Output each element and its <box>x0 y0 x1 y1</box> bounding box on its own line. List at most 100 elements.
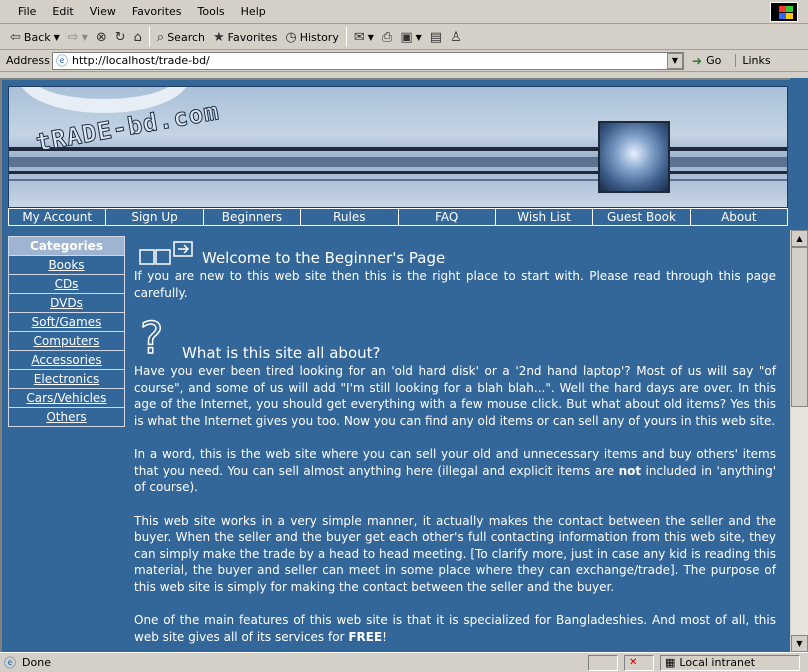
zone-panel: ▦ Local intranet <box>660 654 801 671</box>
nav-wish-list[interactable]: Wish List <box>496 209 594 225</box>
about-paragraph-4: One of the main features of this web sit… <box>134 612 776 645</box>
menu-help[interactable]: Help <box>233 3 274 20</box>
history-label: History <box>299 30 339 44</box>
edit-icon: ▣ <box>400 29 413 45</box>
category-computers[interactable]: Computers <box>9 331 124 350</box>
menu-edit[interactable]: Edit <box>44 3 81 20</box>
print-button[interactable]: ⎙ <box>378 26 396 48</box>
category-books[interactable]: Books <box>9 255 124 274</box>
menu-view[interactable]: View <box>82 3 124 20</box>
discuss-button[interactable]: ▤ <box>426 26 446 48</box>
go-button[interactable]: ➜ Go <box>684 54 729 68</box>
discuss-icon: ▤ <box>429 29 443 45</box>
search-icon: ⌕ <box>156 29 165 45</box>
windows-logo-icon <box>770 2 798 22</box>
category-accessories[interactable]: Accessories <box>9 350 124 369</box>
address-input[interactable]: ⓔ http://localhost/trade-bd/ ▼ <box>52 51 684 70</box>
category-dvds[interactable]: DVDs <box>9 293 124 312</box>
nav-guest-book[interactable]: Guest Book <box>593 209 691 225</box>
favorites-icon: ★ <box>213 29 225 45</box>
scroll-up-arrow-icon[interactable]: ▲ <box>791 230 808 247</box>
nav-faq[interactable]: FAQ <box>399 209 496 225</box>
page-viewport: tRADE-bd.com My Account Sign Up Beginner… <box>0 78 790 652</box>
status-panel <box>588 654 619 671</box>
search-button[interactable]: ⌕ Search <box>153 26 209 48</box>
refresh-icon: ↻ <box>114 29 126 45</box>
chevron-down-icon: ▼ <box>415 32 422 42</box>
menu-tools[interactable]: Tools <box>190 3 233 20</box>
nav-beginners[interactable]: Beginners <box>204 209 302 225</box>
welcome-heading: Welcome to the Beginner's Page <box>202 249 446 267</box>
home-icon: ⌂ <box>133 29 142 45</box>
forward-arrow-icon: ⇨ <box>67 29 79 45</box>
categories-title: Categories <box>9 237 124 255</box>
address-bar: Address ⓔ http://localhost/trade-bd/ ▼ ➜… <box>0 50 808 72</box>
menu-file[interactable]: File <box>10 3 44 20</box>
svg-text:?: ? <box>140 315 163 361</box>
scroll-thumb[interactable] <box>791 247 808 407</box>
category-electronics[interactable]: Electronics <box>9 369 124 388</box>
para4-start: One of the main features of this web sit… <box>134 613 776 644</box>
history-button[interactable]: ◷ History <box>281 26 342 48</box>
nav-about[interactable]: About <box>691 209 787 225</box>
favorites-label: Favorites <box>227 30 278 44</box>
links-button[interactable]: Links <box>735 54 771 67</box>
chevron-down-icon: ▼ <box>367 32 374 42</box>
mail-button[interactable]: ✉ ▼ <box>350 26 378 48</box>
ie-page-icon: ⓔ <box>56 54 69 68</box>
refresh-button[interactable]: ↻ <box>111 26 130 48</box>
forward-button[interactable]: ⇨ ▼ <box>64 26 92 48</box>
chevron-down-icon[interactable]: ▼ <box>82 33 88 42</box>
site-nav: My Account Sign Up Beginners Rules FAQ W… <box>8 208 788 226</box>
security-icon: ✕ <box>629 657 638 668</box>
stop-icon: ⊗ <box>95 29 107 45</box>
nav-my-account[interactable]: My Account <box>9 209 107 225</box>
address-label: Address <box>6 54 50 67</box>
intranet-icon: ▦ <box>665 656 676 669</box>
page-right-margin <box>790 78 808 230</box>
about-paragraph-2: In a word, this is the web site where yo… <box>134 446 776 496</box>
edit-button[interactable]: ▣ ▼ <box>396 26 425 48</box>
back-button[interactable]: ⇦ Back ▼ <box>6 26 64 48</box>
boxes-icon <box>139 241 193 265</box>
messenger-icon: ♙ <box>450 29 462 45</box>
site-banner: tRADE-bd.com <box>8 86 788 208</box>
nav-rules[interactable]: Rules <box>301 209 399 225</box>
vertical-scrollbar[interactable]: ▲ ▼ <box>791 230 808 652</box>
stop-button[interactable]: ⊗ <box>92 26 111 48</box>
categories-panel: Categories Books CDs DVDs Soft/Games Com… <box>8 236 125 427</box>
zone-label: Local intranet <box>679 656 756 669</box>
address-url: http://localhost/trade-bd/ <box>72 54 210 67</box>
chevron-down-icon[interactable]: ▼ <box>667 52 683 69</box>
question-mark-icon: ? <box>139 315 164 361</box>
about-heading: What is this site all about? <box>182 344 381 362</box>
go-arrow-icon: ➜ <box>692 53 703 68</box>
intro-text: If you are new to this web site then thi… <box>134 269 776 300</box>
home-button[interactable]: ⌂ <box>130 26 146 48</box>
mail-icon: ✉ <box>353 29 365 45</box>
category-cds[interactable]: CDs <box>9 274 124 293</box>
status-panel: ✕ <box>624 654 655 671</box>
go-label: Go <box>706 54 722 67</box>
menu-favorites[interactable]: Favorites <box>124 3 190 20</box>
messenger-button[interactable]: ♙ <box>446 26 466 48</box>
status-text: Done <box>22 656 51 669</box>
toolbar-divider <box>345 27 347 47</box>
favorites-button[interactable]: ★ Favorites <box>209 26 281 48</box>
para2-emphasis: not <box>618 463 642 478</box>
category-others[interactable]: Others <box>9 407 124 426</box>
scroll-down-arrow-icon[interactable]: ▼ <box>791 635 808 652</box>
category-cars-vehicles[interactable]: Cars/Vehicles <box>9 388 124 407</box>
ie-page-icon: ⓔ <box>4 656 17 670</box>
search-label: Search <box>167 30 205 44</box>
menu-bar: File Edit View Favorites Tools Help <box>0 0 808 24</box>
nav-sign-up[interactable]: Sign Up <box>106 209 204 225</box>
history-icon: ◷ <box>285 29 297 45</box>
print-icon: ⎙ <box>381 29 393 45</box>
banner-image <box>598 121 670 193</box>
status-bar: ⓔ Done ✕ ▦ Local intranet <box>0 652 808 672</box>
chevron-down-icon[interactable]: ▼ <box>54 33 60 42</box>
main-content: Welcome to the Beginner's Page If you ar… <box>134 240 776 645</box>
toolbar: ⇦ Back ▼ ⇨ ▼ ⊗ ↻ ⌂ ⌕ Search ★ Favorites … <box>0 25 808 50</box>
category-soft-games[interactable]: Soft/Games <box>9 312 124 331</box>
